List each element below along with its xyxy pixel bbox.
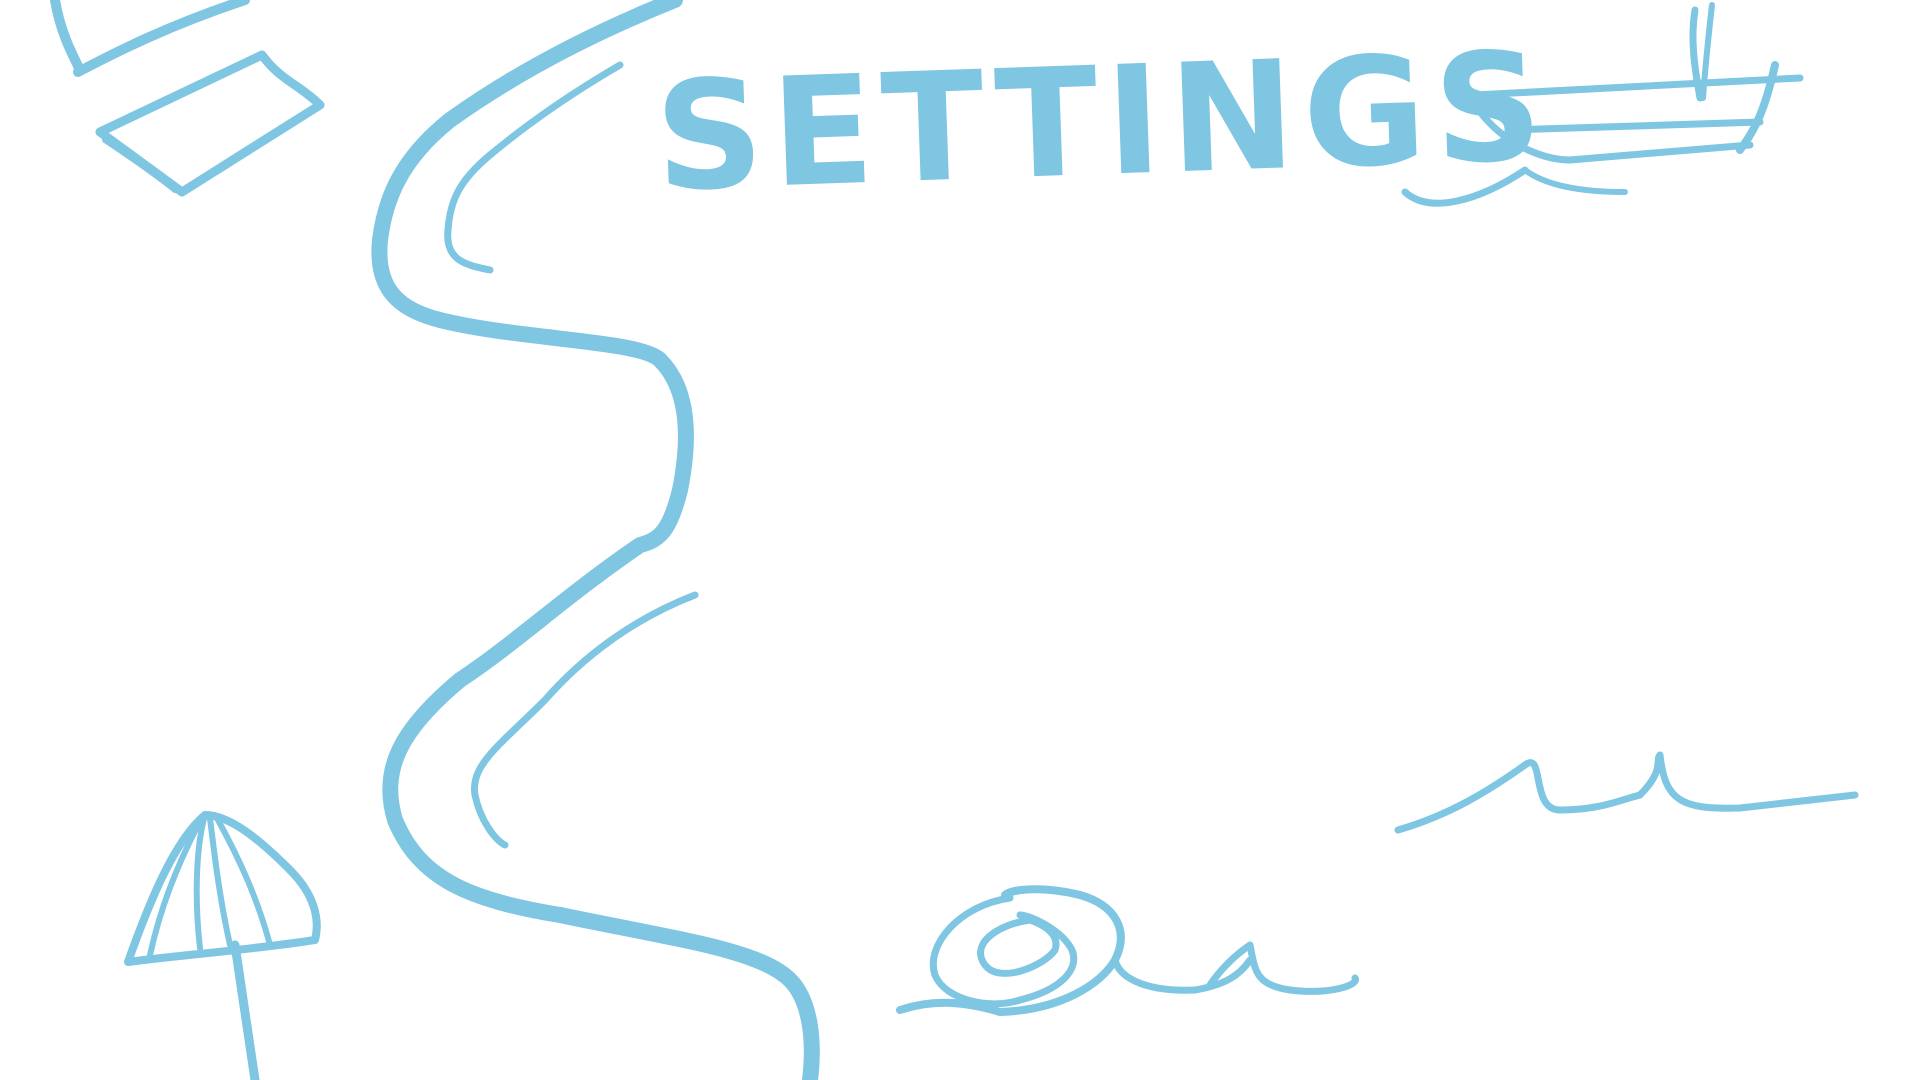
sketch-scene: SETTINGS <box>50 0 1859 1080</box>
umbrella-icon <box>124 811 321 1080</box>
settings-title-group: SETTINGS <box>652 20 1553 225</box>
settings-screen: SETTINGS <box>0 0 1920 1080</box>
page-title: SETTINGS <box>652 20 1553 225</box>
snail-icon <box>896 885 1359 1016</box>
river-bank-inner-bottom <box>470 591 699 849</box>
book-icon <box>50 0 325 197</box>
wave-icon <box>1394 751 1859 834</box>
